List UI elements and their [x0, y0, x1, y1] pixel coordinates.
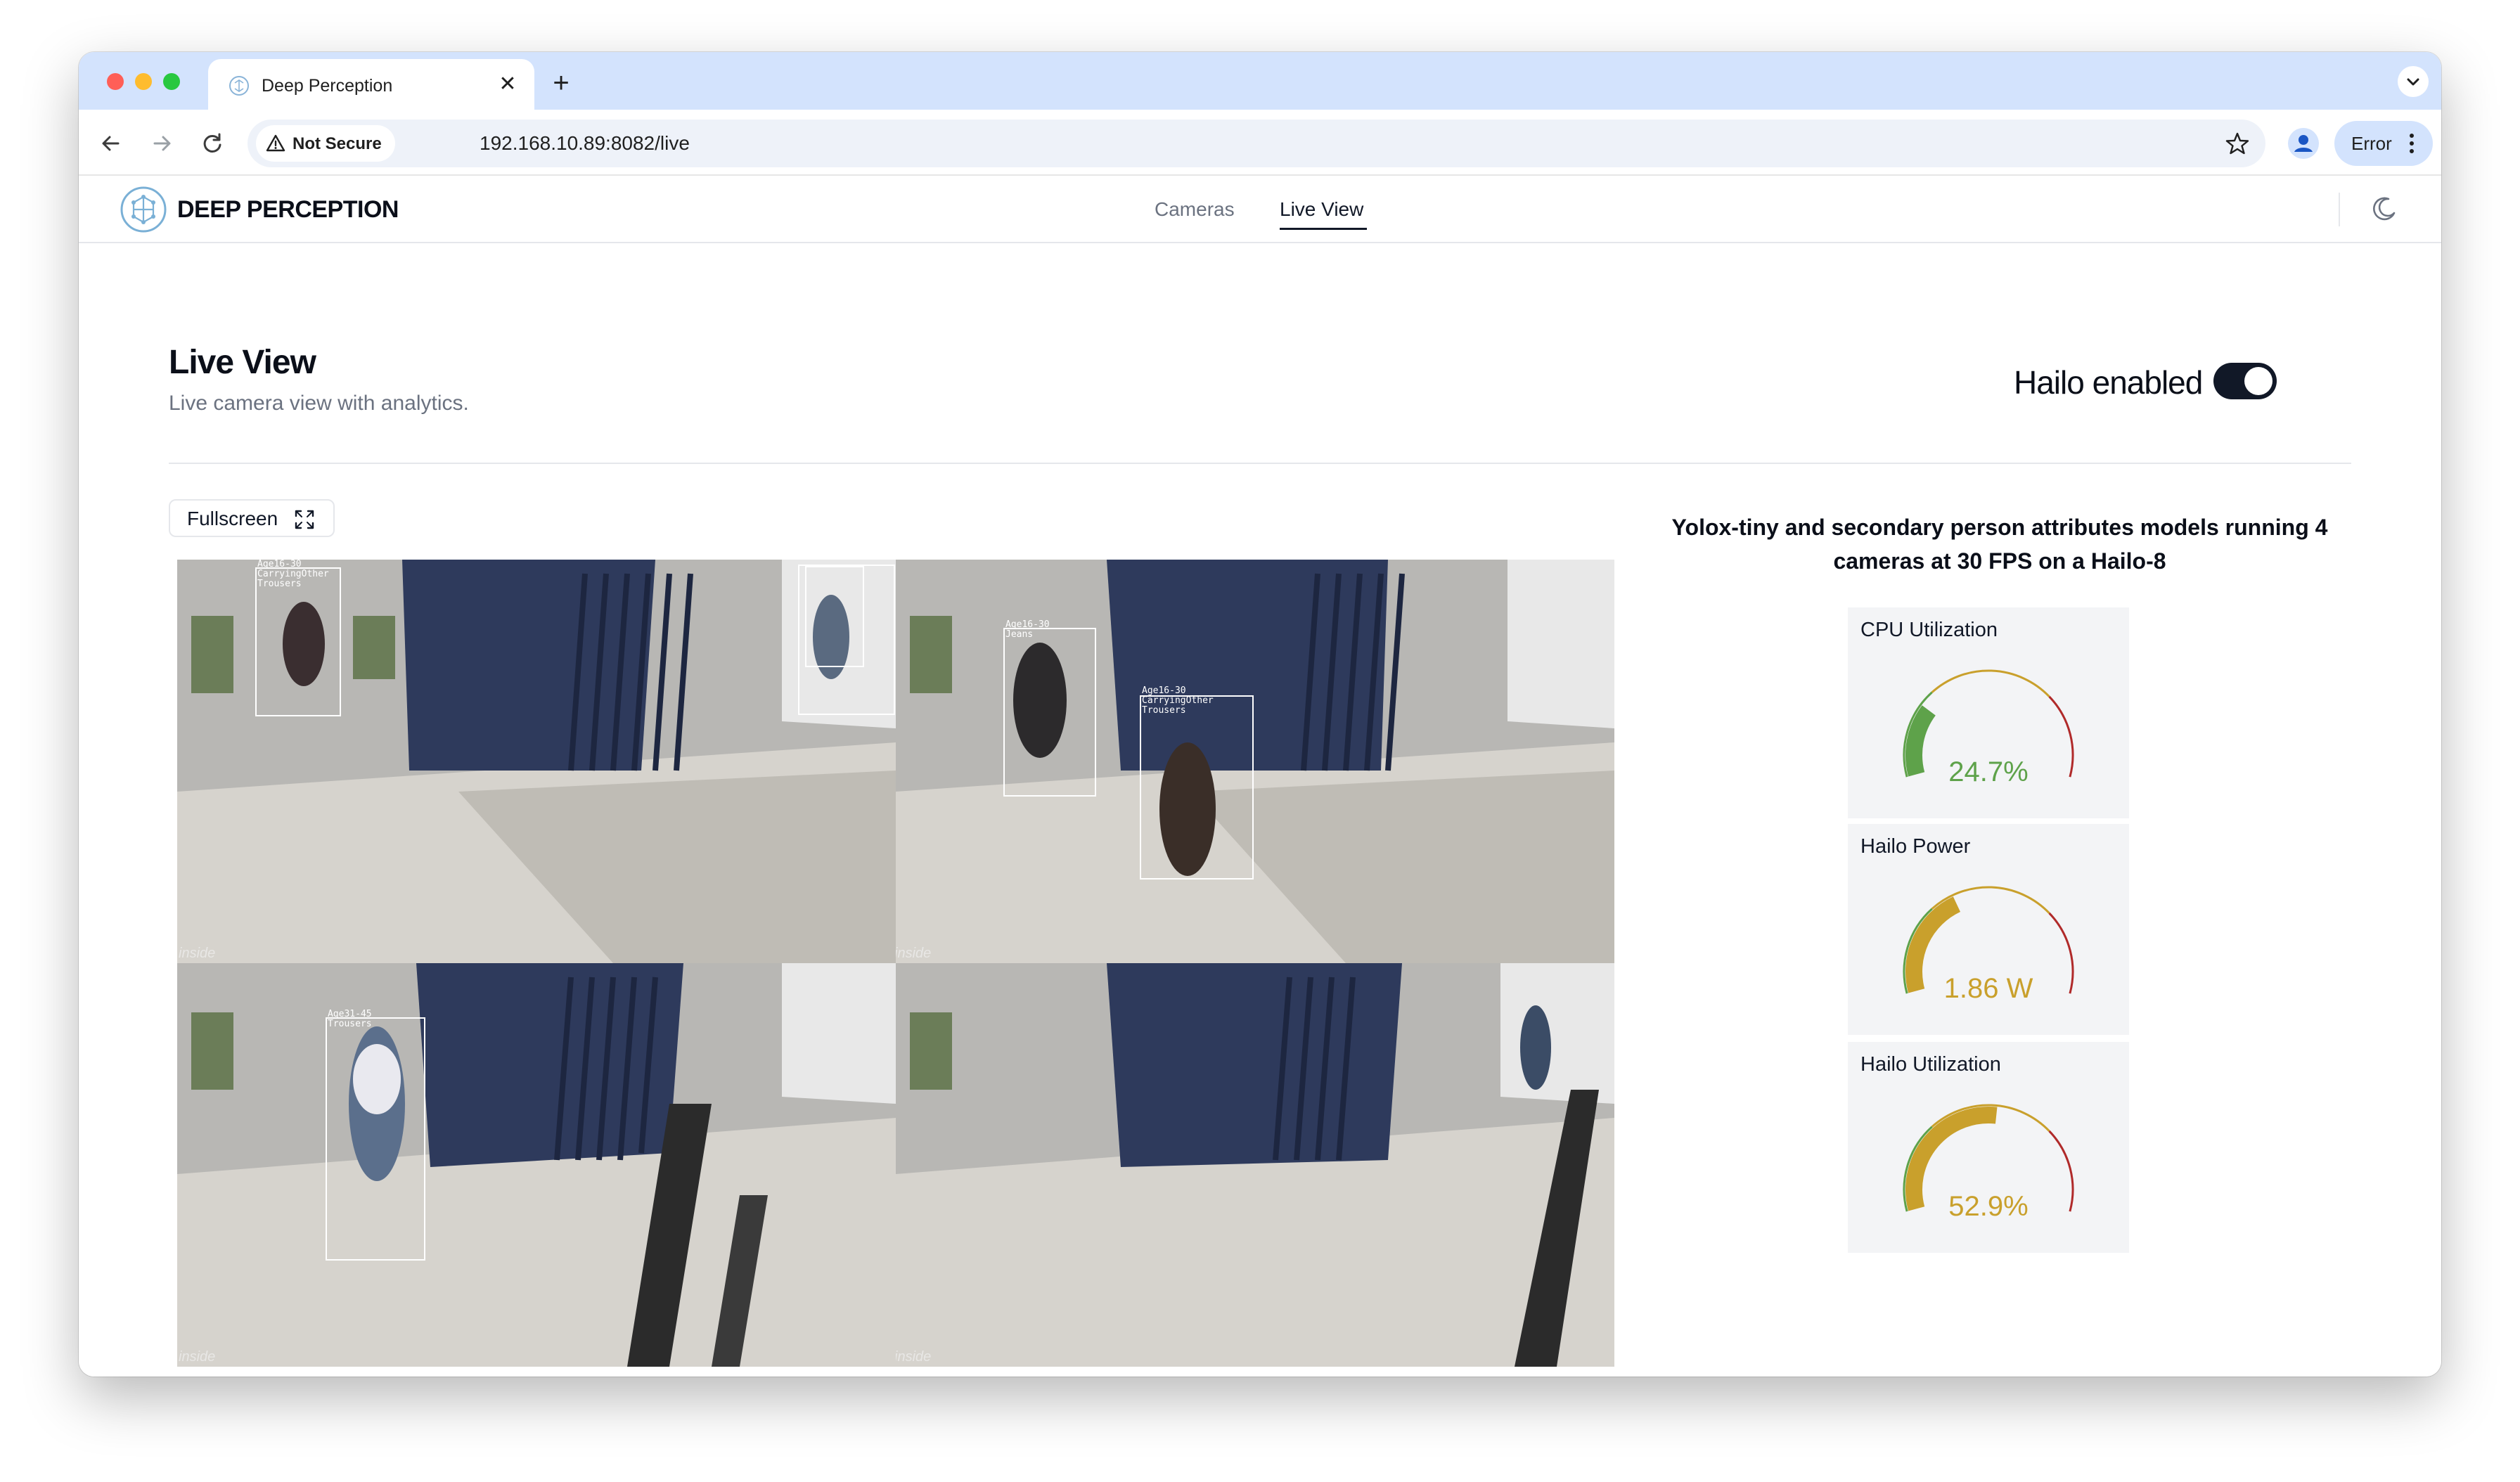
detection-label-1a: Age16-30: [257, 560, 302, 569]
detection-label-2a: Age16-30: [1005, 619, 1050, 630]
app-root: DEEP PERCEPTION Cameras Live View Live V…: [79, 176, 2441, 1377]
nav-live-view[interactable]: Live View: [1280, 197, 1363, 222]
camera-watermark: inside: [896, 1349, 931, 1365]
hailo-toggle-label: Hailo enabled: [2014, 364, 2203, 401]
active-nav-indicator: [1280, 228, 1367, 230]
tab-close-icon[interactable]: ✕: [495, 72, 520, 97]
reload-icon[interactable]: [197, 128, 228, 159]
camera-feed-1[interactable]: Age16-30 CarryingOther Trousers inside: [177, 560, 896, 963]
camera-3-scene: Age31-45 Trousers inside: [177, 963, 896, 1367]
moon-icon[interactable]: [2368, 194, 2399, 225]
profile-error-label: Error: [2351, 133, 2392, 154]
browser-toolbar: Not Secure 192.168.10.89:8082/live Error: [79, 110, 2441, 176]
camera-grid: Age16-30 CarryingOther Trousers inside A…: [177, 560, 1614, 1367]
maximize-window-button[interactable]: [163, 73, 180, 90]
section-divider: [169, 463, 2351, 464]
address-bar[interactable]: Not Secure 192.168.10.89:8082/live: [248, 120, 2265, 167]
gauge-title: CPU Utilization: [1860, 619, 1998, 641]
new-tab-button[interactable]: +: [547, 69, 575, 98]
camera-4-scene: inside: [896, 963, 1614, 1367]
gauge-title: Hailo Power: [1860, 835, 1971, 858]
detection-label-1b: CarryingOther: [257, 569, 329, 579]
detection-label-2c: Age16-30: [1142, 685, 1186, 696]
detection-label-2b: Jeans: [1005, 629, 1033, 640]
minimize-window-button[interactable]: [135, 73, 152, 90]
detection-label-1c: Trousers: [257, 579, 302, 589]
detection-label-2e: Trousers: [1142, 705, 1186, 716]
camera-feed-3[interactable]: Age31-45 Trousers inside: [177, 963, 896, 1367]
star-icon[interactable]: [2225, 131, 2250, 156]
detection-label-3b: Trousers: [328, 1019, 372, 1029]
chevron-down-icon: [2407, 78, 2419, 86]
camera-1-scene: Age16-30 CarryingOther Trousers inside: [177, 560, 896, 963]
camera-watermark: inside: [179, 946, 215, 961]
expand-icon: [295, 510, 314, 529]
cpu-utilization-gauge: CPU Utilization 24.7%: [1848, 607, 2129, 818]
brand-name[interactable]: DEEP PERCEPTION: [177, 195, 399, 224]
kebab-icon: [2410, 134, 2414, 153]
page-subtitle: Live camera view with analytics.: [169, 392, 469, 415]
browser-tab[interactable]: Deep Perception ✕: [208, 59, 534, 110]
page-title: Live View: [169, 344, 316, 381]
gauge-value: 1.86 W: [1943, 973, 2033, 1004]
gauge-value: 52.9%: [1948, 1191, 2029, 1222]
warning-icon: [266, 134, 285, 152]
brain-favicon-icon: [229, 76, 249, 96]
nav-cameras[interactable]: Cameras: [1155, 197, 1235, 222]
detection-label-3a: Age31-45: [328, 1009, 372, 1019]
hailo-power-gauge: Hailo Power 1.86 W: [1848, 824, 2129, 1035]
security-chip-label: Not Secure: [292, 134, 382, 153]
profile-icon[interactable]: [2287, 127, 2320, 160]
gauge-value: 24.7%: [1948, 756, 2029, 787]
security-chip[interactable]: Not Secure: [256, 125, 395, 162]
tab-strip: Deep Perception ✕ +: [79, 52, 2441, 110]
close-window-button[interactable]: [107, 73, 124, 90]
toggle-knob: [2244, 367, 2272, 395]
profile-error-button[interactable]: Error: [2334, 121, 2433, 166]
camera-watermark: inside: [179, 1349, 215, 1365]
fullscreen-button[interactable]: Fullscreen: [169, 499, 335, 537]
tab-title: Deep Perception: [262, 76, 393, 96]
camera-feed-4[interactable]: inside: [896, 963, 1614, 1367]
browser-window: Deep Perception ✕ + Not Secure 192.168.1…: [79, 52, 2441, 1377]
tab-search-button[interactable]: [2398, 66, 2429, 97]
forward-icon[interactable]: [146, 128, 177, 159]
camera-2-scene: Age16-30 Jeans Age16-30 CarryingOther Tr…: [896, 560, 1614, 963]
header-divider: [2339, 193, 2340, 226]
brain-logo-icon[interactable]: [118, 184, 169, 235]
fullscreen-label: Fullscreen: [187, 508, 278, 529]
analytics-heading: Yolox-tiny and secondary person attribut…: [1671, 515, 2328, 574]
hailo-utilization-gauge: Hailo Utilization 52.9%: [1848, 1042, 2129, 1253]
hailo-toggle[interactable]: [2213, 363, 2277, 399]
camera-watermark: inside: [896, 946, 931, 961]
url-text[interactable]: 192.168.10.89:8082/live: [480, 132, 690, 155]
gauge-title: Hailo Utilization: [1860, 1053, 2001, 1076]
app-header: DEEP PERCEPTION Cameras Live View: [79, 176, 2441, 243]
camera-feed-2[interactable]: Age16-30 Jeans Age16-30 CarryingOther Tr…: [896, 560, 1614, 963]
detection-label-2d: CarryingOther: [1142, 695, 1214, 706]
gauge-track-yellow: [1931, 669, 2050, 697]
back-icon[interactable]: [96, 128, 127, 159]
